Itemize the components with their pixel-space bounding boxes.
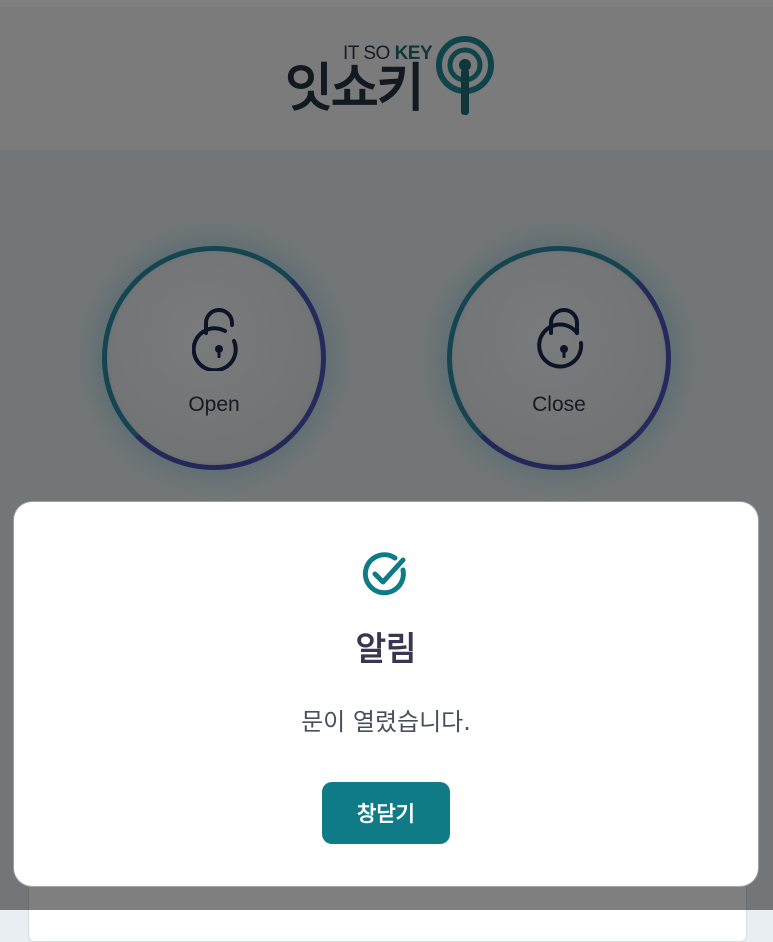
close-dialog-button[interactable]: 창닫기	[322, 782, 450, 844]
check-circle-icon	[362, 552, 406, 596]
alert-dialog: 알림 문이 열렸습니다. 창닫기	[14, 502, 758, 886]
dialog-message: 문이 열렸습니다.	[301, 708, 471, 736]
dialog-title: 알림	[355, 629, 417, 668]
modal-backdrop: 알림 문이 열렸습니다. 창닫기	[0, 0, 773, 910]
